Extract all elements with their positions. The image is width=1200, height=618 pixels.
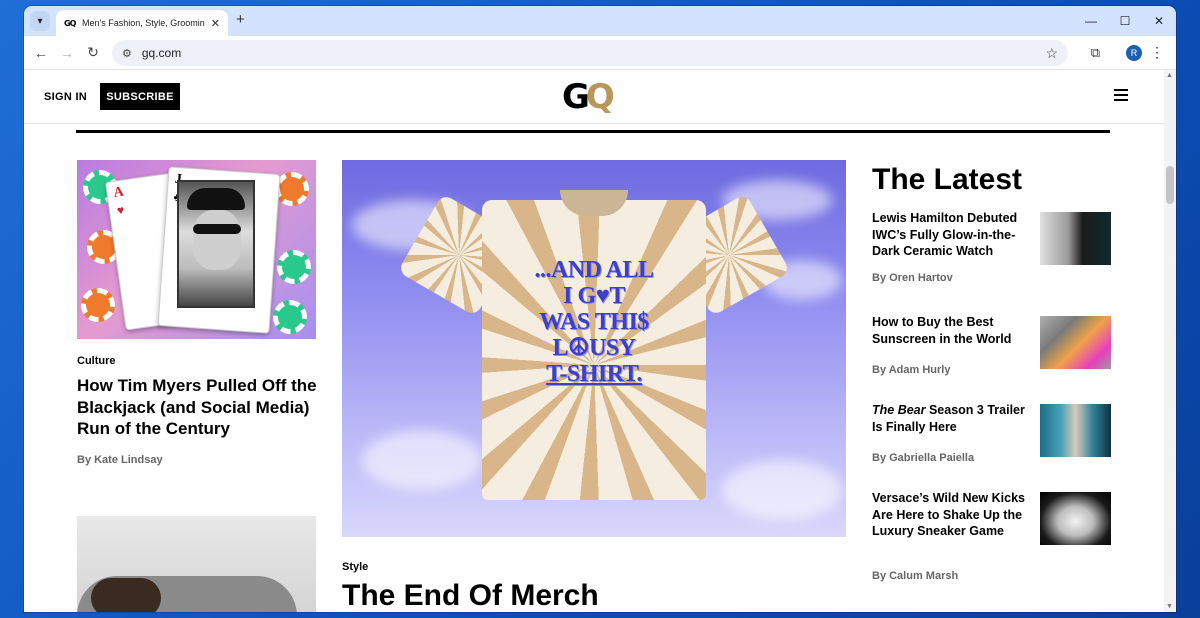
poker-chip-icon [81,288,115,322]
cap-shape [187,188,245,210]
browser-tab[interactable]: GQ Men's Fashion, Style, Grooming, Fi ✕ [56,10,228,36]
feature-headline[interactable]: The End Of Merch [342,578,599,612]
scroll-thumb[interactable] [1166,166,1174,204]
address-bar[interactable]: ⚙ gq.com ☆ [112,40,1068,66]
shirt-line: I G♥T [563,283,625,309]
cloud-shape [722,460,842,520]
ace-rank: A [112,184,125,201]
merch-story-image[interactable]: ...AND ALL I G♥T WAS THI$ L☮USY T-SHIRT. [342,160,846,537]
latest-headline[interactable]: Versace’s Wild New Kicks Are Here to Sha… [872,490,1032,540]
latest-byline[interactable]: By Calum Marsh [872,570,958,582]
portrait-photo [177,180,255,308]
logo-g: G [562,77,590,117]
scroll-up-icon[interactable]: ▲ [1166,72,1173,79]
shirt-line: L☮USY [552,335,636,361]
story-byline[interactable]: By Kate Lindsay [77,454,163,466]
puzzle-icon[interactable]: ⧉ [1091,45,1100,61]
section-label-culture[interactable]: Culture [77,355,116,367]
browser-window: ▾ GQ Men's Fashion, Style, Grooming, Fi … [24,6,1176,612]
url-text[interactable]: gq.com [142,46,1036,60]
profile-avatar[interactable]: R [1126,45,1142,61]
face-shape [193,210,241,270]
heart-icon: ♥ [116,202,126,218]
latest-heading: The Latest [872,163,1023,196]
subscribe-button[interactable]: SUBSCRIBE [100,83,180,110]
arrow-right-icon[interactable]: → [54,40,80,66]
latest-headline[interactable]: How to Buy the Best Sunscreen in the Wor… [872,314,1032,347]
story-headline[interactable]: How Tim Myers Pulled Off the Blackjack (… [77,375,317,440]
kebab-icon[interactable]: ⋮ [1150,44,1164,61]
sunglasses-shape [193,224,241,234]
shirt-print-text: ...AND ALL I G♥T WAS THI$ L☮USY T-SHIRT. [502,257,686,387]
latest-thumbnail[interactable] [1040,404,1111,457]
blackjack-story-image[interactable]: A ♥ J ♣ [77,160,316,339]
show-title: The Bear [872,403,926,417]
poker-chip-icon [277,250,311,284]
tune-icon[interactable]: ⚙ [122,47,132,60]
latest-headline[interactable]: Lewis Hamilton Debuted IWC’s Fully Glow-… [872,210,1032,260]
hamburger-menu-icon[interactable] [1114,89,1128,104]
chevron-down-icon[interactable]: ▾ [30,11,50,31]
shirt-line: WAS THI$ [539,309,649,335]
close-icon[interactable]: ✕ [1142,6,1176,36]
window-controls: — ☐ ✕ [1074,6,1176,36]
latest-headline[interactable]: The Bear Season 3 Trailer Is Finally Her… [872,402,1032,435]
maximize-icon[interactable]: ☐ [1108,6,1142,36]
arrow-left-icon[interactable]: ← [28,40,54,66]
latest-byline[interactable]: By Gabriella Paiella [872,452,974,464]
latest-thumbnail[interactable] [1040,212,1111,265]
plus-icon[interactable]: + [236,11,245,28]
page-content: SIGN IN SUBSCRIBE GQ A ♥ J ♣ [24,70,1164,612]
browser-toolbar: ← → ↻ ⚙ gq.com ☆ ⧉ R ⋮ [24,36,1176,70]
gq-favicon-icon: GQ [64,18,76,28]
gq-logo[interactable]: GQ [562,77,615,117]
poker-chip-icon [273,300,307,334]
scroll-down-icon[interactable]: ▼ [1166,603,1173,610]
latest-thumbnail[interactable] [1040,316,1111,369]
figure-shape [91,578,161,612]
shirt-line: ...AND ALL [534,257,654,283]
sign-in-link[interactable]: SIGN IN [44,91,87,103]
shirt-line: T-SHIRT. [546,361,642,387]
star-icon[interactable]: ☆ [1045,45,1058,62]
reload-icon[interactable]: ↻ [80,40,106,66]
close-icon[interactable]: ✕ [211,17,220,30]
latest-byline[interactable]: By Adam Hurly [872,364,950,376]
section-divider [76,130,1110,133]
latest-byline[interactable]: By Oren Hartov [872,272,953,284]
cloud-shape [362,430,482,490]
scrollbar[interactable]: ▲ ▼ [1164,70,1176,612]
section-label-style[interactable]: Style [342,561,368,573]
second-story-image[interactable] [77,516,316,612]
latest-thumbnail[interactable] [1040,492,1111,545]
minimize-icon[interactable]: — [1074,6,1108,36]
tab-title: Men's Fashion, Style, Grooming, Fi [82,18,205,28]
tab-strip: ▾ GQ Men's Fashion, Style, Grooming, Fi … [24,6,1176,36]
site-header: SIGN IN SUBSCRIBE GQ [24,70,1164,124]
logo-q: Q [585,77,615,117]
